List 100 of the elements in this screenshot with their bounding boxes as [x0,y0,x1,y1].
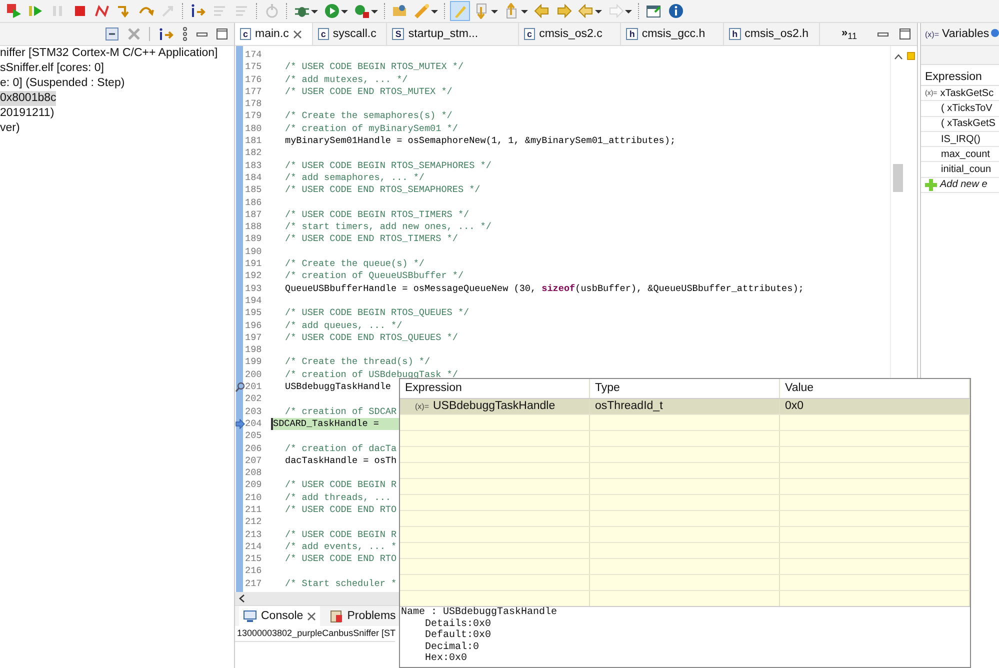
run-button[interactable] [322,1,350,21]
code-comment: /* USER CODE END RTOS_QUEUES */ [285,332,458,344]
file-icon: h [626,28,638,40]
expression-item[interactable]: xTaskGetSc [940,88,994,99]
line-number: 217 [245,578,263,590]
disconnect-icon [94,3,110,19]
resume-icon [28,3,44,19]
code-comment: /* Create the semaphores(s) */ [285,110,452,123]
line-number: 204 [245,418,263,430]
editor-tab[interactable]: c main.c [235,23,313,45]
expression-item[interactable]: IS_IRQ() [925,134,980,145]
expression-row[interactable]: (x)= USBdebuggTaskHandle osThreadId_t 0x0 [400,399,970,415]
editor-tab[interactable]: S startup_stm... [387,23,520,45]
maximize-icon[interactable] [899,28,911,40]
code-comment: /* add semaphores, ... */ [285,172,424,184]
debug-tree-item[interactable]: sSniffer.elf [cores: 0] [0,61,104,76]
line-number: 193 [245,282,263,295]
column-header[interactable]: Expression [921,65,999,86]
close-icon[interactable] [307,612,316,620]
line-number: 196 [245,320,263,332]
scrollbar-thumb[interactable] [893,164,903,192]
line-number: 215 [245,553,263,566]
expression-item[interactable]: initial_coun [925,164,992,176]
forward-edit-icon [556,3,572,19]
add-expression-link[interactable]: Add new e [940,179,988,190]
column-header[interactable]: Expression [400,379,590,398]
code-comment: /* creation of SDCAR [285,406,397,418]
terminate-icon [72,3,88,19]
back-icon [578,3,594,19]
editor-tab[interactable]: h cmsis_os2.h [724,23,820,45]
code-line: SDCARD_TaskHandle = [271,418,380,430]
external-icon [354,3,370,19]
line-number: 197 [245,332,263,344]
file-icon: c [318,28,329,40]
code-comment: /* USER CODE BEGIN RTOS_QUEUES */ [285,307,470,320]
variable-icon: (x)= [925,30,939,38]
window-icon [646,3,662,19]
code-comment: /* USER CODE BEGIN RTOS_SEMAPHORES */ [285,160,492,172]
scroll-up-icon[interactable] [894,54,902,60]
editor-tab[interactable]: c syscall.c [312,23,388,45]
view-tab[interactable]: Console [239,606,320,626]
run-icon [324,3,340,19]
collapse-all-icon[interactable] [105,27,119,41]
line-number: 191 [245,258,263,270]
code-comment: /* start timers, add new ones, ... */ [285,221,492,234]
line-number: 199 [245,356,263,369]
debug-tree-item[interactable]: 20191211) [0,106,54,121]
line-number: 216 [245,565,263,578]
value-text: 0x0 [785,399,804,414]
debug-tree-item[interactable]: ver) [0,121,20,136]
expression-item[interactable]: ( xTaskGetS [925,118,996,130]
console-text: 13000003802_purpleCanbusSniffer [ST [235,626,396,642]
column-header[interactable]: Type [590,379,780,398]
code-comment: /* USER CODE END RTOS_SEMAPHORES */ [285,184,480,197]
folder-icon [392,3,408,19]
line-number: 176 [245,74,263,86]
maximize-icon[interactable] [216,28,228,40]
code-comment: /* Start scheduler * [285,578,397,590]
debug-tree-item[interactable]: niffer [STM32 Cortex-M C/C++ Application] [0,46,218,61]
line-number: 187 [245,208,263,222]
expression-item[interactable]: max_count [925,148,990,160]
code-comment: /* add events, ... * [285,540,397,554]
line-number: 177 [245,86,263,98]
line-number: 206 [245,442,263,455]
code-line: myBinarySem01Handle = osSemaphoreNew(1, 1, &myBinarySem01_attributes); [285,135,676,148]
line-number: 192 [245,270,263,283]
variable-icon: (x)= [415,399,429,414]
expression-item[interactable]: ( xTicksToV [925,102,992,114]
line-number: 195 [245,307,263,320]
debug-tree-item[interactable]: 0x8001b8c [0,91,56,106]
editor-tab[interactable]: c cmsis_os2.c [519,23,622,45]
variables-tab[interactable]: (x)= Variables [921,28,990,40]
highlight-icon [452,3,468,19]
column-header[interactable]: Value [780,379,970,398]
instruction-step-icon[interactable] [158,27,174,41]
line-number: 185 [245,184,263,197]
code-comment: /* USER CODE BEGIN R [285,528,397,541]
code-comment: /* Create the queue(s) */ [285,258,424,270]
line-number: 213 [245,528,263,541]
line-number: 198 [245,344,263,356]
file-icon: h [729,28,741,40]
code-comment: /* creation of dacTa [285,442,397,455]
overview-marker [907,52,915,60]
tab-overflow-button[interactable]: »$_{11}$ [842,26,858,42]
view-menu-icon[interactable] [182,27,188,41]
code-comment: /* add mutexes, ... */ [285,74,408,86]
debug-tree-item[interactable]: e: 0] (Suspended : Step) [0,76,125,91]
view-tab[interactable]: Problems [326,606,400,626]
wand-icon [414,3,430,19]
scroll-left-icon[interactable] [239,594,245,603]
monitor-icon [243,610,257,622]
close-icon[interactable] [292,30,302,38]
line-number: 178 [245,98,263,110]
editor-tab[interactable]: h cmsis_gcc.h [621,23,724,45]
info-button[interactable] [666,1,686,21]
file-icon: c [240,28,252,40]
instruction-step-icon [190,3,206,19]
line-number: 190 [245,246,263,258]
detail-line: Default:0x0 [424,630,492,642]
code-comment: /* USER CODE END RTO [285,504,397,516]
